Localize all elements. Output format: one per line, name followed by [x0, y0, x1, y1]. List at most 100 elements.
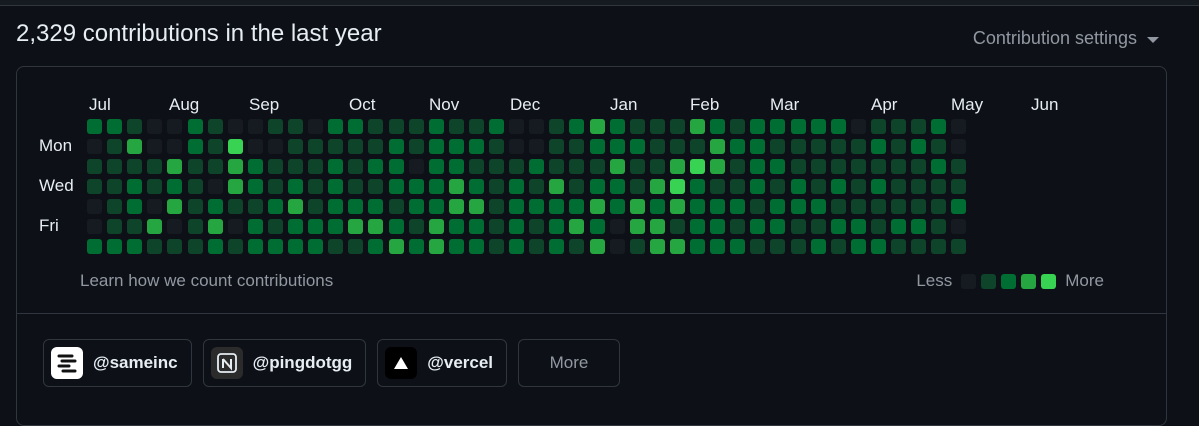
- contribution-day[interactable]: [569, 219, 585, 234]
- contribution-day[interactable]: [288, 139, 303, 154]
- contribution-day[interactable]: [247, 159, 263, 174]
- contribution-day[interactable]: [790, 139, 806, 154]
- contribution-day[interactable]: [750, 199, 766, 214]
- contribution-day[interactable]: [468, 239, 484, 254]
- contribution-day[interactable]: [529, 199, 545, 214]
- contribution-day[interactable]: [408, 239, 424, 254]
- contribution-day[interactable]: [308, 179, 324, 194]
- contribution-day[interactable]: [448, 219, 464, 234]
- contribution-day[interactable]: [468, 159, 484, 174]
- contribution-day[interactable]: [147, 199, 163, 214]
- contribution-day[interactable]: [730, 199, 746, 214]
- contribution-day[interactable]: [468, 179, 484, 194]
- contribution-day[interactable]: [529, 139, 545, 154]
- contribution-day[interactable]: [187, 239, 203, 254]
- contribution-day[interactable]: [368, 139, 384, 154]
- contribution-day[interactable]: [569, 179, 585, 194]
- contribution-day[interactable]: [951, 239, 967, 254]
- contribution-day[interactable]: [649, 239, 665, 254]
- contribution-day[interactable]: [489, 239, 504, 254]
- contribution-day[interactable]: [830, 219, 846, 234]
- contribution-day[interactable]: [750, 219, 766, 234]
- contribution-day[interactable]: [649, 219, 665, 234]
- contribution-day[interactable]: [770, 239, 786, 254]
- contribution-day[interactable]: [569, 139, 585, 154]
- contribution-day[interactable]: [931, 159, 947, 174]
- contribution-day[interactable]: [589, 239, 605, 254]
- contribution-day[interactable]: [730, 139, 746, 154]
- contribution-day[interactable]: [549, 239, 565, 254]
- contribution-day[interactable]: [850, 199, 866, 214]
- contribution-day[interactable]: [388, 159, 404, 174]
- contribution-day[interactable]: [649, 159, 665, 174]
- contribution-day[interactable]: [870, 139, 886, 154]
- contribution-day[interactable]: [891, 199, 906, 214]
- contribution-day[interactable]: [589, 159, 605, 174]
- contribution-day[interactable]: [609, 199, 625, 214]
- contribution-day[interactable]: [770, 219, 786, 234]
- contribution-day[interactable]: [669, 199, 685, 214]
- contribution-day[interactable]: [589, 219, 605, 234]
- contribution-day[interactable]: [649, 179, 665, 194]
- contribution-day[interactable]: [629, 179, 645, 194]
- contribution-day[interactable]: [810, 119, 826, 134]
- contribution-day[interactable]: [710, 139, 726, 154]
- contribution-day[interactable]: [790, 119, 806, 134]
- contribution-day[interactable]: [388, 199, 404, 214]
- contribution-day[interactable]: [87, 159, 102, 174]
- contribution-day[interactable]: [629, 219, 645, 234]
- contribution-day[interactable]: [690, 139, 705, 154]
- contribution-day[interactable]: [489, 159, 504, 174]
- contribution-day[interactable]: [589, 179, 605, 194]
- contribution-day[interactable]: [408, 219, 424, 234]
- contribution-day[interactable]: [207, 139, 223, 154]
- contribution-day[interactable]: [328, 239, 344, 254]
- contribution-day[interactable]: [107, 239, 123, 254]
- contribution-day[interactable]: [629, 119, 645, 134]
- contribution-day[interactable]: [328, 179, 344, 194]
- contribution-day[interactable]: [690, 179, 705, 194]
- contribution-day[interactable]: [468, 219, 484, 234]
- contribution-day[interactable]: [710, 199, 726, 214]
- contribution-day[interactable]: [288, 119, 303, 134]
- contribution-day[interactable]: [509, 159, 525, 174]
- contribution-day[interactable]: [750, 119, 766, 134]
- contribution-day[interactable]: [428, 219, 444, 234]
- contribution-day[interactable]: [489, 139, 504, 154]
- contribution-day[interactable]: [348, 139, 364, 154]
- contribution-day[interactable]: [509, 179, 525, 194]
- contribution-day[interactable]: [911, 239, 927, 254]
- contribution-day[interactable]: [509, 199, 525, 214]
- contribution-day[interactable]: [529, 219, 545, 234]
- contribution-day[interactable]: [509, 239, 525, 254]
- contribution-day[interactable]: [227, 219, 243, 234]
- contribution-day[interactable]: [448, 239, 464, 254]
- contribution-day[interactable]: [127, 159, 143, 174]
- contribution-day[interactable]: [629, 159, 645, 174]
- contribution-day[interactable]: [227, 239, 243, 254]
- contribution-day[interactable]: [87, 139, 102, 154]
- contribution-day[interactable]: [529, 159, 545, 174]
- contribution-day[interactable]: [87, 199, 102, 214]
- contribution-day[interactable]: [549, 199, 565, 214]
- contribution-day[interactable]: [931, 119, 947, 134]
- contribution-day[interactable]: [810, 239, 826, 254]
- contribution-day[interactable]: [468, 199, 484, 214]
- contribution-day[interactable]: [448, 119, 464, 134]
- contribution-day[interactable]: [388, 179, 404, 194]
- contribution-day[interactable]: [207, 239, 223, 254]
- contribution-day[interactable]: [830, 199, 846, 214]
- contribution-day[interactable]: [288, 199, 303, 214]
- contribution-day[interactable]: [951, 219, 967, 234]
- contribution-day[interactable]: [911, 179, 927, 194]
- contribution-day[interactable]: [609, 179, 625, 194]
- contribution-day[interactable]: [549, 219, 565, 234]
- contribution-day[interactable]: [690, 119, 705, 134]
- contribution-day[interactable]: [207, 199, 223, 214]
- contribution-day[interactable]: [448, 199, 464, 214]
- contribution-day[interactable]: [850, 179, 866, 194]
- contribution-day[interactable]: [308, 239, 324, 254]
- contribution-day[interactable]: [589, 119, 605, 134]
- contribution-day[interactable]: [870, 119, 886, 134]
- contribution-day[interactable]: [147, 139, 163, 154]
